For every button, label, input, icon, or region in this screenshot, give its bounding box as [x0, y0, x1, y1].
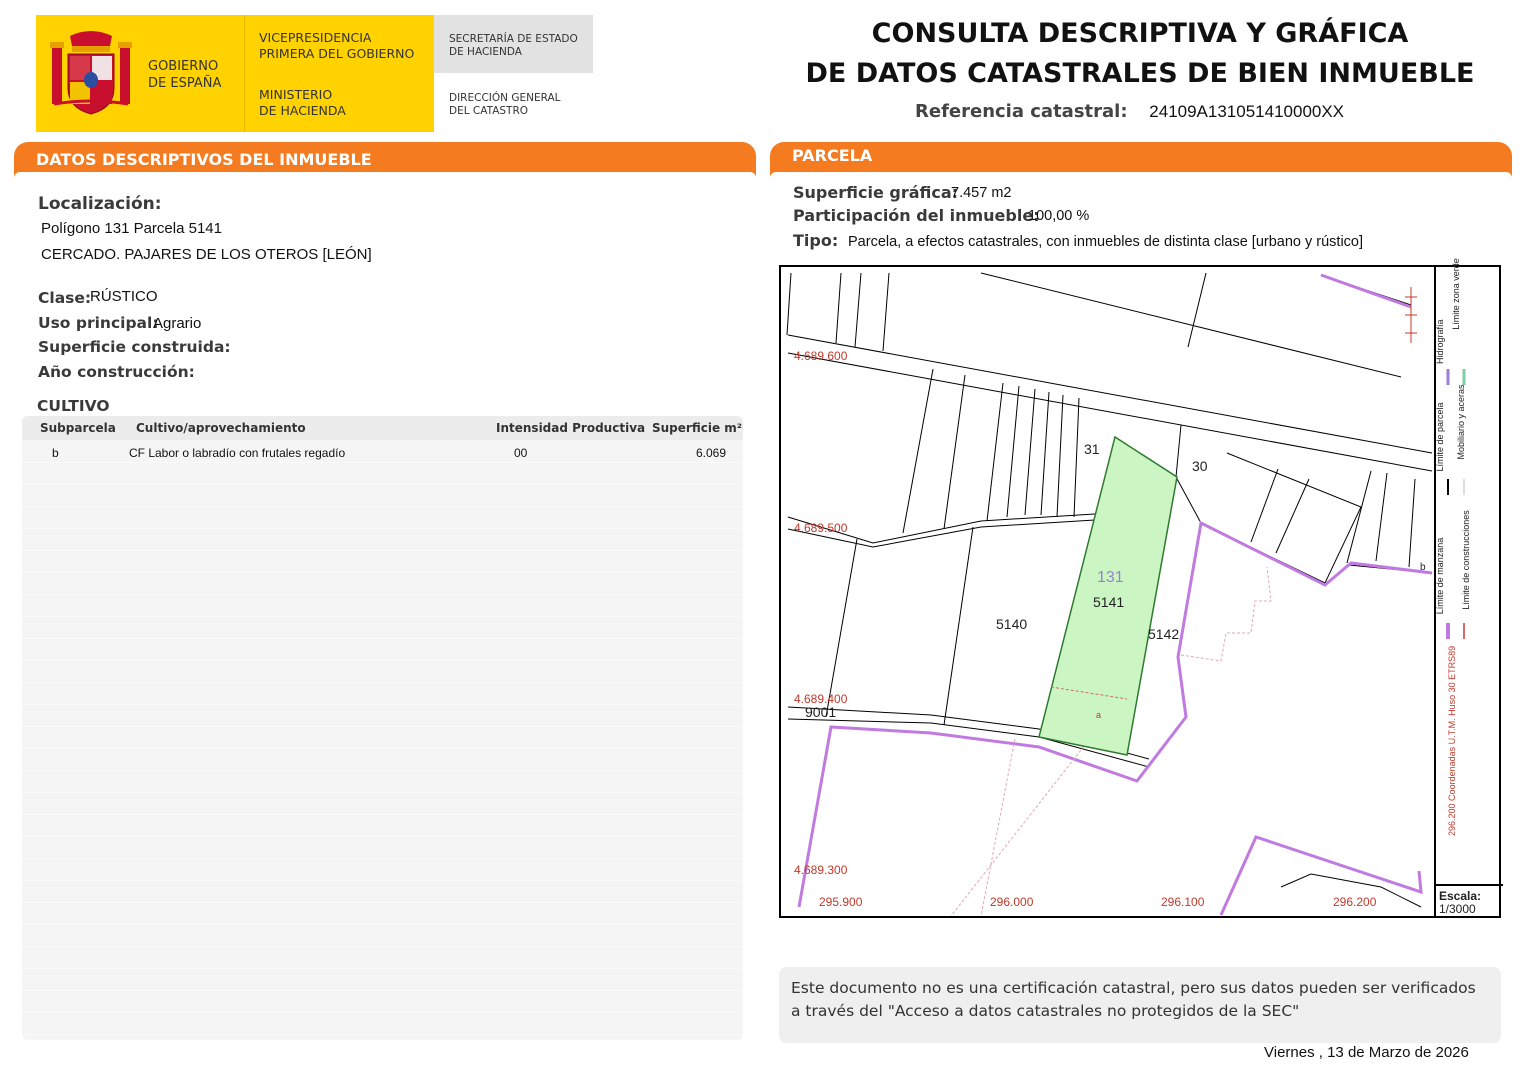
- coat-of-arms-icon: [50, 31, 132, 115]
- table-row-divider: [22, 506, 743, 507]
- coord-y-4: 4.689.300: [794, 863, 848, 877]
- table-row-divider: [22, 880, 743, 881]
- table-row-divider: [22, 1012, 743, 1013]
- cultivo-title: CULTIVO: [37, 397, 110, 415]
- table-row-divider: [22, 946, 743, 947]
- parcel-5141-label: 5141: [1093, 594, 1125, 610]
- table-row-divider: [22, 638, 743, 639]
- legend-construcciones: Límite de construcciones: [1461, 510, 1471, 610]
- cell-superficie: 6.069: [696, 446, 727, 460]
- escala-box: Escala: 1/3000: [1436, 884, 1503, 918]
- ref-value: 24109A131051410000XX: [1149, 102, 1345, 121]
- coord-x-2: 296.000: [990, 895, 1034, 909]
- participacion-value: 100,00 %: [1028, 208, 1090, 224]
- legend-hidrografia: Hidrografía: [1435, 319, 1445, 364]
- coord-y-2: 4.689.500: [794, 521, 848, 535]
- parcel-5140-label: 5140: [996, 616, 1028, 632]
- ministerio-label: MINISTERIO DE HACIENDA: [259, 87, 346, 118]
- map-legend: Hidrografía Límite zona verde Límite de …: [1434, 258, 1503, 918]
- table-row-divider: [22, 990, 743, 991]
- table-row-divider: [22, 528, 743, 529]
- parcel-9001-label: 9001: [805, 704, 837, 720]
- ref-label: Referencia catastral:: [915, 101, 1128, 122]
- localizacion-label: Localización:: [38, 194, 162, 214]
- legend-zona-verde: Límite zona verde: [1451, 258, 1461, 330]
- coord-x-1: 295.900: [819, 895, 863, 909]
- subparcela-a-label: a: [1096, 710, 1102, 720]
- col-cultivo: Cultivo/aprovechamiento: [136, 421, 306, 435]
- col-superficie: Superficie m²: [652, 421, 743, 435]
- escala-value: 1/3000: [1439, 902, 1476, 916]
- cell-cultivo: CF Labor o labradío con frutales regadío: [129, 446, 346, 460]
- table-row-divider: [22, 726, 743, 727]
- cadastral-map[interactable]: 4.689.600 4.689.500 4.689.400 4.689.300 …: [779, 258, 1503, 918]
- uso-principal-value: Agrario: [153, 315, 202, 332]
- legend-mobiliario: Mobiliario y aceras: [1456, 384, 1466, 460]
- table-row-divider: [22, 924, 743, 925]
- table-row-divider: [22, 660, 743, 661]
- participacion-label: Participación del inmueble:: [793, 206, 1040, 225]
- table-row-divider: [22, 550, 743, 551]
- coord-x-3: 296.100: [1161, 895, 1205, 909]
- document-date: Viernes , 13 de Marzo de 2026: [1264, 1044, 1469, 1061]
- legend-coords-text: Coordenadas U.T.M. Huso 30 ETRS89: [1447, 645, 1457, 801]
- parcel-31-label: 31: [1084, 441, 1100, 457]
- clase-label: Clase:: [38, 289, 92, 307]
- superficie-construida-label: Superficie construida:: [38, 338, 231, 356]
- table-row-divider: [22, 682, 743, 683]
- localizacion-line-1: Polígono 131 Parcela 5141: [41, 220, 222, 237]
- logo-divider: [244, 15, 245, 132]
- gobierno-espana-label: GOBIERNO DE ESPAÑA: [148, 59, 222, 91]
- col-subparcela: Subparcela: [40, 421, 116, 435]
- legend-parcela: Límite de parcela: [1435, 402, 1445, 472]
- uso-principal-label: Uso principal:: [38, 314, 159, 332]
- legend-coord-origin: 296.200: [1447, 803, 1457, 836]
- subparcela-b-label: b: [1420, 562, 1426, 573]
- table-row-divider: [22, 462, 743, 463]
- tipo-value: Parcela, a efectos catastrales, con inmu…: [848, 234, 1364, 250]
- map-drawing: [786, 272, 1433, 916]
- table-row-divider: [22, 836, 743, 837]
- poligono-131-label: 131: [1097, 569, 1124, 586]
- table-row-divider: [22, 770, 743, 771]
- legend-manzana: Límite de manzana: [1435, 537, 1445, 615]
- title-line-2: DE DATOS CATASTRALES DE BIEN INMUEBLE: [805, 58, 1475, 89]
- vicepresidencia-label: VICEPRESIDENCIA PRIMERA DEL GOBIERNO: [259, 30, 415, 61]
- direccion-catastro-label: DIRECCIÓN GENERAL DEL CATASTRO: [449, 92, 561, 117]
- superficie-grafica-label: Superficie gráfica:: [793, 183, 959, 202]
- document-title: CONSULTA DESCRIPTIVA Y GRÁFICA DE DATOS …: [780, 14, 1500, 94]
- table-row-divider: [22, 572, 743, 573]
- table-row-divider: [22, 1034, 743, 1035]
- superficie-grafica-value: 7.457 m2: [951, 185, 1012, 201]
- verification-notice: Este documento no es una certificación c…: [779, 967, 1501, 1043]
- table-row-divider: [22, 594, 743, 595]
- table-row-divider: [22, 616, 743, 617]
- parcel-30-label: 30: [1192, 458, 1208, 474]
- coord-x-4: 296.200: [1333, 895, 1377, 909]
- legend-coords: 296.200 Coordenadas U.T.M. Huso 30 ETRS8…: [1447, 646, 1461, 836]
- clase-value: RÚSTICO: [90, 288, 158, 305]
- table-row-divider: [22, 814, 743, 815]
- referencia-catastral: Referencia catastral: 24109A131051410000…: [915, 101, 1344, 122]
- title-line-1: CONSULTA DESCRIPTIVA Y GRÁFICA: [871, 18, 1409, 49]
- table-row-divider: [22, 858, 743, 859]
- col-intensidad: Intensidad Productiva: [496, 421, 646, 435]
- table-row-divider: [22, 902, 743, 903]
- tipo-label: Tipo:: [793, 231, 839, 250]
- secretaria-label: SECRETARÍA DE ESTADO DE HACIENDA: [449, 33, 578, 58]
- cultivo-table: Subparcela Cultivo/aprovechamiento Inten…: [22, 416, 743, 1040]
- table-row-divider: [22, 968, 743, 969]
- table-row-divider: [22, 484, 743, 485]
- table-row-divider: [22, 748, 743, 749]
- parcel-5142-label: 5142: [1148, 626, 1180, 642]
- coord-y-1: 4.689.600: [794, 349, 848, 363]
- table-row-divider: [22, 792, 743, 793]
- cell-intensidad: 00: [514, 446, 528, 460]
- cell-subparcela: b: [52, 446, 59, 460]
- table-row-divider: [22, 704, 743, 705]
- localizacion-line-2: CERCADO. PAJARES DE LOS OTEROS [LEÓN]: [41, 246, 372, 263]
- anio-construccion-label: Año construcción:: [38, 363, 195, 381]
